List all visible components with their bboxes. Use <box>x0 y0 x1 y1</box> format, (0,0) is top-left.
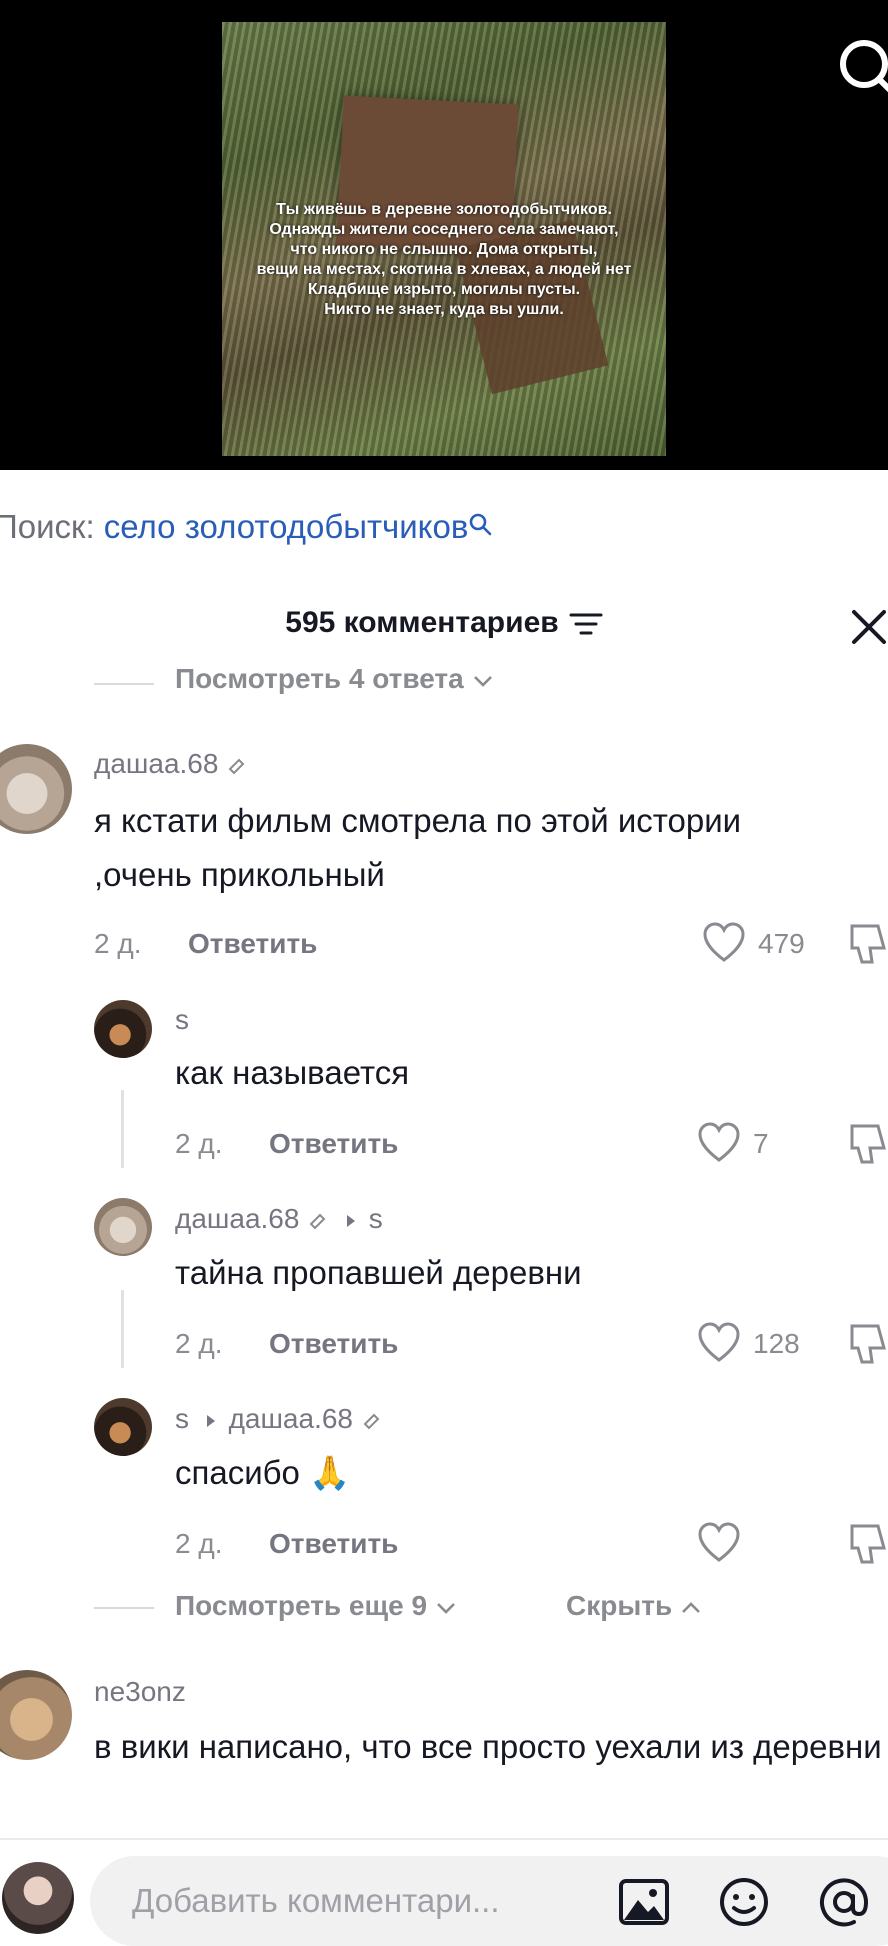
view-more-replies-button[interactable]: Посмотреть еще 9 <box>175 1590 457 1622</box>
reply-username[interactable]: s <box>175 1004 189 1036</box>
search-suggestion[interactable]: Поиск: село золотодобытчиков <box>0 508 492 546</box>
search-suggestion-query[interactable]: село золотодобытчиков <box>104 508 469 545</box>
avatar[interactable] <box>94 1000 152 1058</box>
dislike-icon[interactable] <box>848 1122 888 1166</box>
reply-text: тайна пропавшей деревни <box>175 1254 582 1291</box>
chevron-down-icon <box>472 674 494 688</box>
avatar[interactable] <box>94 1198 152 1256</box>
search-icon <box>468 512 492 536</box>
pencil-icon <box>307 1210 329 1232</box>
comment-username[interactable]: ne3onz <box>94 1676 186 1708</box>
reply-arrow-icon <box>205 1413 217 1429</box>
video-overlay-text: Ты живёшь в деревне золотодобытчиков. Од… <box>222 200 666 320</box>
chevron-down-icon <box>435 1601 457 1615</box>
reply-time: 2 д. <box>175 1528 223 1559</box>
view-more-label: Посмотреть еще 9 <box>175 1590 428 1621</box>
search-icon[interactable] <box>836 36 888 96</box>
like-icon[interactable] <box>697 1322 741 1364</box>
thread-line <box>121 1290 124 1368</box>
reply-username[interactable]: s дашаа.68 <box>175 1403 383 1435</box>
divider <box>94 683 154 685</box>
like-icon[interactable] <box>702 922 746 964</box>
like-icon[interactable] <box>697 1522 741 1564</box>
view-replies-label: Посмотреть 4 ответа <box>175 663 464 694</box>
reply-text: спасибо 🙏 <box>175 1454 351 1491</box>
video-thumbnail: Ты живёшь в деревне золотодобытчиков. Од… <box>222 22 666 456</box>
filter-icon[interactable] <box>569 611 603 637</box>
comment-username[interactable]: дашаа.68 <box>94 748 248 780</box>
search-suggestion-prefix: Поиск: <box>0 508 95 545</box>
overlay-line: Никто не знает, куда вы ушли. <box>324 301 564 318</box>
comments-count-header: 595 комментариев <box>0 606 888 640</box>
reply-time: 2 д. <box>175 1128 223 1159</box>
overlay-line: вещи на местах, скотина в хлевах, а люде… <box>256 261 632 278</box>
mention-icon[interactable] <box>818 1876 874 1928</box>
overlay-line: Кладбище изрыто, могилы пусты. <box>307 281 581 298</box>
reply-button[interactable]: Ответить <box>188 928 317 960</box>
like-count: 479 <box>758 928 805 959</box>
dislike-icon[interactable] <box>848 922 888 966</box>
comment-text: в вики написано, что все просто уехали и… <box>94 1728 882 1765</box>
hide-label: Скрыть <box>566 1590 673 1621</box>
comment-input-placeholder: Добавить комментари... <box>132 1882 500 1919</box>
thread-line <box>121 1090 124 1168</box>
reply-button[interactable]: Ответить <box>269 1328 398 1360</box>
reply-arrow-icon <box>345 1213 357 1229</box>
like-count: 7 <box>753 1128 769 1159</box>
reply-button[interactable]: Ответить <box>269 1128 398 1160</box>
avatar <box>2 1862 74 1934</box>
video-player[interactable]: Ты живёшь в деревне золотодобытчиков. Од… <box>0 0 888 470</box>
avatar[interactable] <box>94 1398 152 1456</box>
pencil-icon <box>361 1410 383 1432</box>
pencil-icon <box>226 755 248 777</box>
like-icon[interactable] <box>697 1122 741 1164</box>
comments-count: 595 комментариев <box>285 606 559 639</box>
overlay-line: Ты живёшь в деревне золотодобытчиков. <box>276 201 612 218</box>
reply-text: как называется <box>175 1054 410 1091</box>
comment-text: я кстати фильм смотрела по этой истории … <box>94 802 742 893</box>
dislike-icon[interactable] <box>848 1522 888 1566</box>
view-replies-button[interactable]: Посмотреть 4 ответа <box>175 663 494 695</box>
emoji-icon[interactable] <box>718 1876 770 1928</box>
overlay-line: Однажды жители соседнего села замечают, <box>269 221 619 238</box>
chevron-up-icon <box>680 1601 702 1615</box>
like-count: 128 <box>753 1328 800 1359</box>
divider <box>94 1607 154 1609</box>
reply-time: 2 д. <box>175 1328 223 1359</box>
avatar[interactable] <box>0 1670 72 1760</box>
overlay-line: что никого не слышно. Дома открыты, <box>290 241 598 258</box>
comment-time: 2 д. <box>94 928 142 959</box>
avatar[interactable] <box>0 744 72 834</box>
dislike-icon[interactable] <box>848 1322 888 1366</box>
close-icon[interactable] <box>850 608 888 646</box>
reply-button[interactable]: Ответить <box>269 1528 398 1560</box>
reply-username[interactable]: дашаа.68 s <box>175 1203 383 1235</box>
hide-replies-button[interactable]: Скрыть <box>566 1590 702 1622</box>
image-icon[interactable] <box>618 1878 670 1926</box>
